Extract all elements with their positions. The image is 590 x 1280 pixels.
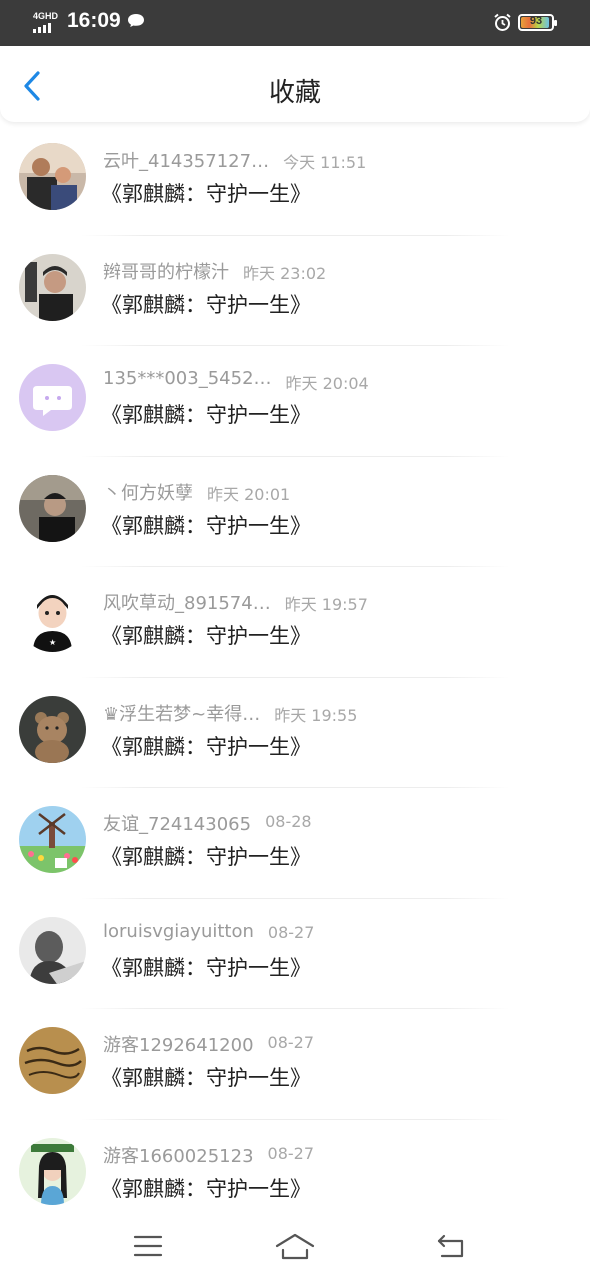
- avatar[interactable]: [19, 364, 86, 431]
- username[interactable]: 辫哥哥的柠檬汁: [103, 258, 229, 284]
- alarm-icon: [494, 13, 511, 31]
- avatar[interactable]: ★: [19, 585, 86, 652]
- list-item[interactable]: ★ 风吹草动_891574… 昨天 19:57 《郭麒麟：守护一生》: [0, 567, 590, 678]
- network-type: 4GHD: [33, 11, 59, 21]
- work-title[interactable]: 《郭麒麟：守护一生》: [101, 1062, 311, 1092]
- avatar[interactable]: [19, 1137, 86, 1205]
- list-item[interactable]: 辫哥哥的柠檬汁 昨天 23:02 《郭麒麟：守护一生》: [0, 236, 590, 346]
- username[interactable]: 友谊_724143065: [103, 810, 251, 836]
- page-header: 收藏: [0, 46, 590, 122]
- favorites-list: 云叶_414357127… 今天 11:51 《郭麒麟：守护一生》 辫哥哥的柠檬汁…: [0, 125, 590, 1230]
- username[interactable]: 云叶_414357127…: [103, 147, 269, 173]
- menu-button[interactable]: [128, 1230, 168, 1262]
- timestamp: 昨天 23:02: [243, 263, 327, 283]
- timestamp: 昨天 20:01: [207, 484, 291, 504]
- username[interactable]: 风吹草动_891574…: [103, 589, 271, 615]
- status-bar: 4GHD 16:09 93: [0, 0, 590, 46]
- avatar[interactable]: [19, 143, 86, 210]
- work-title[interactable]: 《郭麒麟：守护一生》: [101, 399, 311, 429]
- avatar[interactable]: [19, 695, 86, 763]
- nav-back-button[interactable]: [430, 1230, 470, 1262]
- work-title[interactable]: 《郭麒麟：守护一生》: [101, 178, 311, 208]
- list-item[interactable]: loruisvgiayuitton 08-27 《郭麒麟：守护一生》: [0, 899, 590, 1009]
- username[interactable]: ♛浮生若梦~幸得…: [103, 700, 260, 726]
- list-item[interactable]: ♛浮生若梦~幸得… 昨天 19:55 《郭麒麟：守护一生》: [0, 678, 590, 788]
- home-button[interactable]: [275, 1230, 315, 1262]
- list-item[interactable]: 游客1292641200 08-27 《郭麒麟：守护一生》: [0, 1009, 590, 1120]
- work-title[interactable]: 《郭麒麟：守护一生》: [101, 510, 311, 540]
- username[interactable]: 游客1660025123: [103, 1142, 254, 1168]
- work-title[interactable]: 《郭麒麟：守护一生》: [101, 1173, 311, 1203]
- list-item[interactable]: 友谊_724143065 08-28 《郭麒麟：守护一生》: [0, 788, 590, 899]
- list-item[interactable]: 云叶_414357127… 今天 11:51 《郭麒麟：守护一生》: [0, 125, 590, 236]
- timestamp: 昨天 20:04: [285, 374, 369, 393]
- list-item[interactable]: 丶何方妖孽 昨天 20:01 《郭麒麟：守护一生》: [0, 457, 590, 567]
- timestamp: 08-27: [267, 1033, 315, 1052]
- work-title[interactable]: 《郭麒麟：守护一生》: [101, 952, 311, 982]
- avatar[interactable]: [19, 806, 86, 873]
- svg-text:★: ★: [49, 638, 56, 647]
- work-title[interactable]: 《郭麒麟：守护一生》: [101, 289, 311, 319]
- menu-icon: [133, 1235, 163, 1257]
- list-item[interactable]: 游客1660025123 08-27 《郭麒麟：守护一生》: [0, 1120, 590, 1231]
- page-title: 收藏: [268, 78, 321, 108]
- work-title[interactable]: 《郭麒麟：守护一生》: [101, 731, 311, 761]
- avatar[interactable]: [19, 916, 86, 984]
- username[interactable]: loruisvgiayuitton: [103, 921, 254, 942]
- avatar[interactable]: [19, 1027, 86, 1094]
- username[interactable]: 135***003_5452…: [103, 368, 272, 389]
- avatar[interactable]: [19, 474, 86, 542]
- timestamp: 今天 11:51: [283, 153, 367, 172]
- work-title[interactable]: 《郭麒麟：守护一生》: [101, 841, 311, 871]
- battery-percent: 93: [529, 15, 543, 27]
- timestamp: 昨天 19:55: [274, 705, 358, 725]
- battery-icon: 93: [518, 14, 557, 31]
- timestamp: 08-27: [267, 1143, 315, 1163]
- status-time: 16:09: [67, 9, 121, 32]
- username[interactable]: 丶何方妖孽: [103, 479, 193, 505]
- signal-icon: 4GHD: [33, 11, 61, 33]
- timestamp: 08-28: [265, 812, 312, 831]
- home-icon: [275, 1233, 315, 1260]
- list-item[interactable]: 135***003_5452… 昨天 20:04 《郭麒麟：守护一生》: [0, 346, 590, 457]
- username[interactable]: 游客1292641200: [103, 1031, 254, 1057]
- system-nav-bar: [0, 1216, 590, 1280]
- timestamp: 08-27: [267, 922, 315, 942]
- work-title[interactable]: 《郭麒麟：守护一生》: [101, 620, 311, 650]
- timestamp: 昨天 19:57: [284, 595, 368, 614]
- chat-bubble-icon: [128, 14, 144, 27]
- avatar[interactable]: [19, 253, 86, 321]
- back-icon: [437, 1234, 464, 1258]
